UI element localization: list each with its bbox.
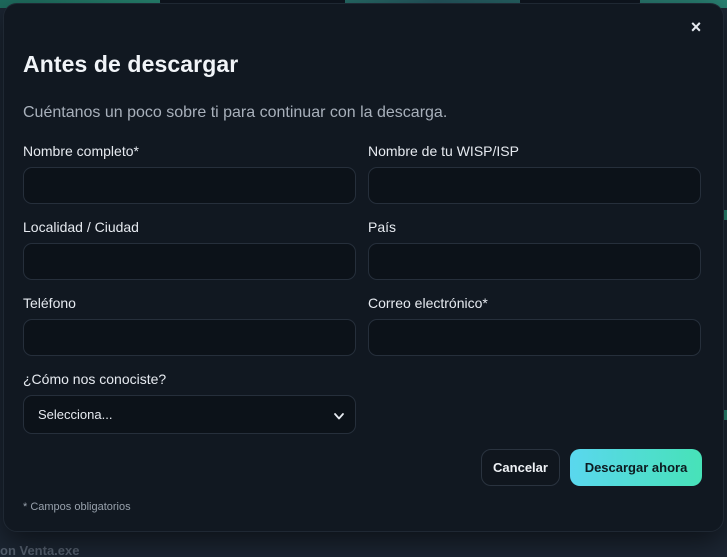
wisp-isp-label: Nombre de tu WISP/ISP xyxy=(368,143,519,159)
email-input[interactable] xyxy=(368,319,701,356)
referral-select-value: Selecciona... xyxy=(38,407,113,422)
email-label: Correo electrónico* xyxy=(368,295,488,311)
download-form-modal: × Antes de descargar Cuéntanos un poco s… xyxy=(3,3,724,532)
modal-title: Antes de descargar xyxy=(23,51,239,77)
city-input[interactable] xyxy=(23,243,356,280)
background-file-label: on Venta.exe xyxy=(0,543,80,557)
full-name-input[interactable] xyxy=(23,167,356,204)
phone-label: Teléfono xyxy=(23,295,76,311)
required-fields-note: * Campos obligatorios xyxy=(23,501,131,513)
country-label: País xyxy=(368,219,397,235)
modal-subtitle: Cuéntanos un poco sobre ti para continua… xyxy=(23,104,448,121)
cancel-button[interactable]: Cancelar xyxy=(481,449,560,486)
phone-input[interactable] xyxy=(23,319,356,356)
chevron-down-icon xyxy=(333,409,345,421)
download-now-button[interactable]: Descargar ahora xyxy=(570,449,702,486)
wisp-isp-input[interactable] xyxy=(368,167,701,204)
city-label: Localidad / Ciudad xyxy=(23,219,139,235)
country-input[interactable] xyxy=(368,243,701,280)
full-name-label: Nombre completo* xyxy=(23,143,139,159)
close-icon[interactable]: × xyxy=(691,17,702,37)
close-button[interactable]: × xyxy=(687,17,705,37)
referral-select[interactable]: Selecciona... xyxy=(23,395,356,434)
referral-label: ¿Cómo nos conociste? xyxy=(23,371,167,387)
